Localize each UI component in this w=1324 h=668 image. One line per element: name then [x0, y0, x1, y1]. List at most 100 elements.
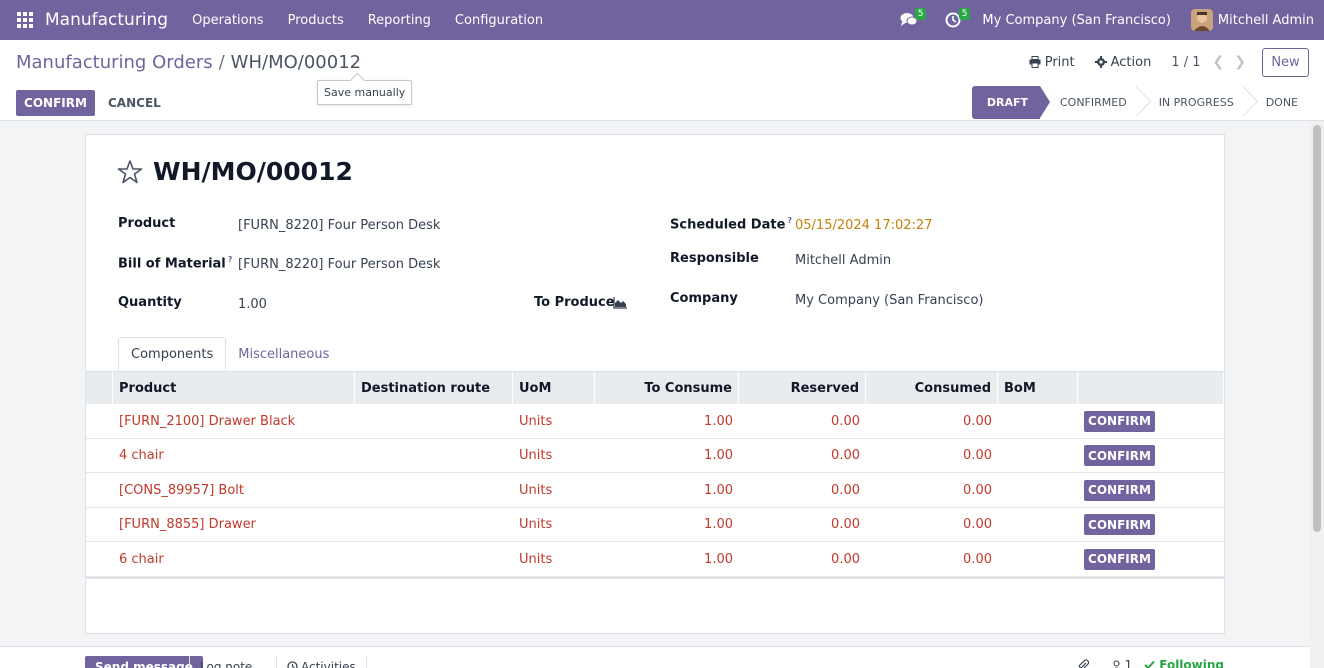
- log-note-button[interactable]: Log note: [189, 656, 262, 668]
- row-reserved: 0.00: [831, 482, 860, 498]
- table-row[interactable]: 4 chair Units 1.00 0.00 0.00 CONFIRM: [86, 439, 1224, 473]
- menu-configuration[interactable]: Configuration: [443, 13, 555, 28]
- bom-field[interactable]: [FURN_8220] Four Person Desk: [238, 257, 440, 272]
- pager-value[interactable]: 1 / 1: [1171, 55, 1200, 70]
- tab-miscellaneous[interactable]: Miscellaneous: [226, 337, 341, 371]
- activities-badge: 5: [958, 8, 971, 20]
- scheduled-date-label: Scheduled Date?: [670, 216, 792, 232]
- row-product[interactable]: [CONS_89957] Bolt: [113, 473, 355, 507]
- row-uom: Units: [519, 551, 553, 567]
- pager-next-icon[interactable]: ❯: [1234, 54, 1246, 70]
- header-product[interactable]: Product: [113, 372, 355, 404]
- check-icon: [1144, 660, 1155, 668]
- bom-label-text: Bill of Material: [118, 256, 226, 272]
- product-field[interactable]: [FURN_8220] Four Person Desk: [238, 218, 440, 233]
- product-label: Product: [118, 216, 176, 231]
- new-button[interactable]: New: [1262, 47, 1309, 77]
- row-uom: Units: [519, 448, 553, 463]
- scheduled-help-icon: ?: [787, 216, 793, 225]
- header-uom[interactable]: UoM: [513, 372, 595, 404]
- header-destination-route[interactable]: Destination route: [355, 372, 513, 404]
- row-bom: [998, 542, 1078, 576]
- row-confirm-button[interactable]: CONFIRM: [1084, 445, 1155, 466]
- messages-button[interactable]: 5: [894, 0, 927, 40]
- status-draft[interactable]: DRAFT: [971, 86, 1051, 119]
- row-destination-route: [355, 508, 513, 542]
- row-confirm-button[interactable]: CONFIRM: [1084, 548, 1155, 570]
- send-message-button[interactable]: Send message: [85, 656, 203, 668]
- row-destination-route: [355, 473, 513, 507]
- follow-area: 1 Following: [1077, 658, 1224, 668]
- table-row[interactable]: 6 chair Units 1.00 0.00 0.00 CONFIRM: [86, 542, 1224, 577]
- breadcrumb-parent[interactable]: Manufacturing Orders: [16, 52, 213, 73]
- menu-products[interactable]: Products: [276, 13, 356, 28]
- header-reserved[interactable]: Reserved: [739, 372, 866, 404]
- row-confirm-button[interactable]: CONFIRM: [1084, 479, 1155, 501]
- status-confirmed[interactable]: CONFIRMED: [1040, 86, 1139, 119]
- company-field[interactable]: My Company (San Francisco): [795, 293, 983, 308]
- following-button[interactable]: Following: [1159, 658, 1224, 668]
- header-consumed[interactable]: Consumed: [866, 372, 998, 404]
- main-menu: Operations Products Reporting Configurat…: [180, 13, 555, 28]
- menu-reporting[interactable]: Reporting: [356, 13, 443, 28]
- row-product[interactable]: 6 chair: [113, 542, 355, 576]
- action-button[interactable]: Action: [1094, 54, 1152, 70]
- scheduled-date-label-text: Scheduled Date: [670, 217, 786, 233]
- tab-components[interactable]: Components: [118, 337, 227, 371]
- app-title[interactable]: Manufacturing: [45, 10, 168, 30]
- status-in-progress[interactable]: IN PROGRESS: [1139, 86, 1246, 119]
- user-menu[interactable]: Mitchell Admin: [1218, 13, 1314, 28]
- messages-badge: 5: [914, 8, 927, 20]
- confirm-button[interactable]: CONFIRM: [16, 90, 95, 116]
- quantity-field[interactable]: 1.00: [238, 297, 267, 312]
- header-bom[interactable]: BoM: [998, 372, 1078, 404]
- paperclip-icon[interactable]: [1077, 659, 1089, 668]
- form-sheet: WH/MO/00012 Product [FURN_8220] Four Per…: [85, 134, 1225, 634]
- user-icon[interactable]: [1111, 659, 1122, 668]
- row-destination-route: [355, 404, 513, 438]
- row-product[interactable]: [FURN_2100] Drawer Black: [113, 404, 355, 438]
- company-label: Company: [670, 291, 738, 306]
- to-produce-label: To Produce: [534, 295, 615, 310]
- apps-menu-icon[interactable]: [17, 12, 33, 28]
- row-confirm-button[interactable]: CONFIRM: [1084, 514, 1155, 535]
- bom-label: Bill of Material?: [118, 255, 232, 271]
- row-uom: Units: [519, 482, 553, 498]
- cancel-button[interactable]: CANCEL: [108, 90, 161, 116]
- chart-area-icon[interactable]: [613, 297, 627, 309]
- notebook-tabs: Components Miscellaneous: [118, 337, 341, 371]
- table-row[interactable]: [FURN_8855] Drawer Units 1.00 0.00 0.00 …: [86, 508, 1224, 542]
- scheduled-date-field[interactable]: 05/15/2024 17:02:27: [795, 218, 932, 233]
- row-confirm-button[interactable]: CONFIRM: [1084, 410, 1155, 432]
- header-to-consume[interactable]: To Consume: [595, 372, 739, 404]
- row-product[interactable]: 4 chair: [113, 439, 355, 473]
- activities-button[interactable]: 5: [938, 0, 971, 40]
- quantity-label: Quantity: [118, 295, 182, 310]
- status-done[interactable]: DONE: [1246, 86, 1310, 119]
- scrollbar[interactable]: [1310, 121, 1324, 668]
- menu-operations[interactable]: Operations: [180, 13, 275, 28]
- responsible-field[interactable]: Mitchell Admin: [795, 253, 891, 268]
- table-row[interactable]: [FURN_2100] Drawer Black Units 1.00 0.00…: [86, 404, 1224, 439]
- followers-count[interactable]: 1: [1125, 658, 1133, 668]
- table-row[interactable]: [CONS_89957] Bolt Units 1.00 0.00 0.00 C…: [86, 473, 1224, 508]
- handle-header: [86, 372, 113, 404]
- scrollbar-thumb[interactable]: [1313, 125, 1321, 532]
- company-switcher[interactable]: My Company (San Francisco): [982, 13, 1170, 28]
- print-icon: [1029, 56, 1041, 68]
- activities-chatter-button[interactable]: Activities: [276, 656, 367, 668]
- row-to-consume: 1.00: [704, 448, 733, 463]
- control-panel-actions: Print Action 1 / 1 ❮ ❯ New: [1029, 47, 1324, 77]
- row-reserved: 0.00: [831, 551, 860, 567]
- avatar[interactable]: [1190, 9, 1213, 31]
- row-product[interactable]: [FURN_8855] Drawer: [113, 508, 355, 542]
- row-destination-route: [355, 439, 513, 473]
- print-button[interactable]: Print: [1029, 55, 1075, 70]
- pager-previous-icon[interactable]: ❮: [1213, 54, 1225, 70]
- activities-label: Activities: [301, 660, 356, 668]
- star-icon[interactable]: [117, 159, 143, 185]
- action-label: Action: [1110, 54, 1152, 70]
- row-consumed: 0.00: [963, 517, 992, 532]
- tooltip: Save manually: [317, 80, 413, 105]
- top-navbar: Manufacturing Operations Products Report…: [0, 0, 1324, 40]
